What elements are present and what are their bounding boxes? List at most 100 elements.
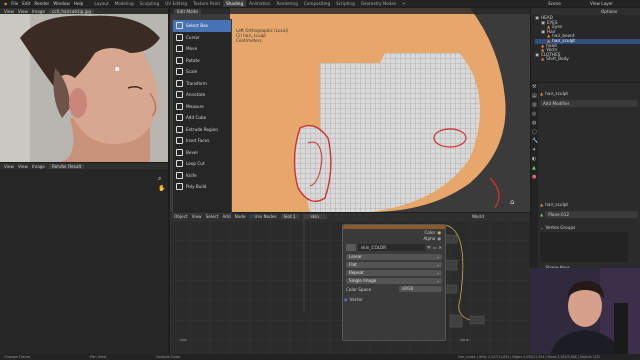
use-nodes-checkbox[interactable]: ☑ xyxy=(250,214,254,219)
tool-transform[interactable]: Transform xyxy=(173,78,231,90)
chevron-down-icon: ⌄ xyxy=(436,270,440,275)
image-editor-view-menu[interactable]: View xyxy=(4,9,14,14)
physics-tab-icon[interactable]: ◐ xyxy=(532,155,538,164)
image-texture-node[interactable]: Color ● Alpha ● skin_COLOR ⛨ ▭ ✕ Linear ⌄… xyxy=(342,224,446,341)
tool-select-box[interactable]: Select Box xyxy=(173,20,231,32)
fake-user-icon[interactable]: ⛨ xyxy=(427,245,430,250)
tab-texture-paint[interactable]: Texture Paint xyxy=(190,0,223,7)
camera-icon[interactable]: ⌂ xyxy=(510,198,514,206)
tab-sculpting[interactable]: Sculpting xyxy=(137,0,163,7)
tab-scripting[interactable]: Scripting xyxy=(333,0,358,7)
render-tab-icon[interactable]: ▤ xyxy=(532,92,538,101)
node-editor-footer-left: skin xyxy=(180,338,188,342)
mesh-data-tab-icon[interactable]: ▲ xyxy=(532,164,538,173)
scene-selector[interactable]: Scene xyxy=(548,1,561,6)
color-space-label: Color Space xyxy=(346,286,372,292)
tool-scale[interactable]: Scale xyxy=(173,66,231,78)
slot-selector[interactable]: Slot 1 xyxy=(280,214,299,219)
mode-selector[interactable]: Edit Mode xyxy=(174,8,201,14)
tab-modeling[interactable]: Modeling xyxy=(112,0,137,7)
hand-icon[interactable]: ✋ xyxy=(158,185,165,192)
image-editor-view-menu-2[interactable]: View xyxy=(18,9,28,14)
image-editor-2-view-menu[interactable]: View xyxy=(4,164,14,169)
interpolation-dropdown[interactable]: Linear ⌄ xyxy=(346,254,442,260)
tab-compositing[interactable]: Compositing xyxy=(301,0,333,7)
outliner-options-button[interactable]: Options xyxy=(601,9,617,14)
collection-icon: ▣ xyxy=(535,15,539,20)
add-modifier-button[interactable]: Add Modifier xyxy=(540,100,638,107)
image-editor-image-menu[interactable]: Image xyxy=(32,9,45,14)
tab-rendering[interactable]: Rendering xyxy=(273,0,300,7)
measure-icon xyxy=(176,102,183,110)
source-dropdown[interactable]: Single Image ⌄ xyxy=(346,278,442,284)
tab-layout[interactable]: Layout xyxy=(91,0,111,7)
menu-help[interactable]: Help xyxy=(74,1,84,6)
color-socket-icon[interactable]: ● xyxy=(437,230,441,235)
node-add-menu[interactable]: Add xyxy=(223,214,231,219)
menu-render[interactable]: Render xyxy=(34,1,49,6)
menu-edit[interactable]: Edit xyxy=(22,1,30,6)
scene-tab-icon[interactable]: ◎ xyxy=(532,110,538,119)
move-icon xyxy=(176,45,183,53)
tool-bevel[interactable]: Bevel xyxy=(173,147,231,159)
image-editor-empty-area[interactable]: ⌕ ✋ xyxy=(0,169,168,354)
tool-tab-icon[interactable]: ⚒ xyxy=(532,83,538,92)
node-select-menu[interactable]: Select xyxy=(206,214,219,219)
image-name-input[interactable]: skin_COLOR xyxy=(358,244,426,251)
tool-loop-cut[interactable]: Loop Cut xyxy=(173,158,231,170)
poly-build-icon xyxy=(176,183,183,191)
tool-extrude-region[interactable]: Extrude Region xyxy=(173,124,231,136)
node-node-menu[interactable]: Node xyxy=(235,214,246,219)
folder-icon[interactable]: ▭ xyxy=(433,245,437,250)
menu-file[interactable]: File xyxy=(11,1,18,6)
material-selector[interactable]: skin xyxy=(302,214,328,219)
outliner-item[interactable]: ▲ Shirt_Body xyxy=(535,57,640,62)
tool-inset-faces[interactable]: Inset Faces xyxy=(173,135,231,147)
zoom-icon[interactable]: ⌕ xyxy=(158,175,161,183)
render-result-field[interactable]: Render Result xyxy=(49,163,85,169)
alpha-socket-icon[interactable]: ● xyxy=(437,236,441,241)
color-space-dropdown[interactable]: sRGB xyxy=(399,286,442,292)
tool-move[interactable]: Move xyxy=(173,43,231,55)
tool-annotate[interactable]: Annotate xyxy=(173,89,231,101)
tab-shading[interactable]: Shading xyxy=(223,0,247,7)
tool-cursor[interactable]: Cursor xyxy=(173,32,231,44)
image-preview-icon[interactable] xyxy=(346,244,356,251)
image-editor-2-image-menu[interactable]: Image xyxy=(32,164,45,169)
input-vector: ● Vector xyxy=(344,296,363,302)
particles-tab-icon[interactable]: ✦ xyxy=(532,146,538,155)
material-tab-icon[interactable]: ● xyxy=(532,173,538,182)
tool-poly-build[interactable]: Poly Build xyxy=(173,181,231,193)
output-tab-icon[interactable]: ▥ xyxy=(532,101,538,110)
object-tab-icon[interactable]: ▢ xyxy=(532,128,538,137)
mesh-name-field[interactable]: Plane.012 xyxy=(545,211,638,218)
tool-knife[interactable]: Knife xyxy=(173,170,231,182)
tool-rotate[interactable]: Rotate xyxy=(173,55,231,67)
add-workspace-button[interactable]: + xyxy=(399,0,409,7)
node-view-menu[interactable]: View xyxy=(192,214,202,219)
knife-icon xyxy=(176,171,183,179)
node-object-selector[interactable]: Object xyxy=(174,214,188,219)
vertex-groups-list[interactable] xyxy=(540,232,628,262)
blender-logo-icon[interactable]: ◆ xyxy=(4,1,7,6)
vertex-groups-panel-header[interactable]: ⌄ Vertex Groups xyxy=(540,224,638,230)
world-selector[interactable]: World xyxy=(472,214,484,219)
image-name-field[interactable]: cc0_haircutclip.jpg xyxy=(49,8,95,14)
modifier-object-row: ▲ hair_sculpt xyxy=(540,90,638,96)
tool-measure[interactable]: Measure xyxy=(173,101,231,113)
image-editor-2-view-menu-2[interactable]: View xyxy=(18,164,28,169)
tab-uv-editing[interactable]: UV Editing xyxy=(162,0,190,7)
world-tab-icon[interactable]: ◍ xyxy=(532,119,538,128)
view-layer-selector[interactable]: View Layer xyxy=(590,1,613,6)
modifier-tab-icon[interactable]: 🔧 xyxy=(532,137,538,146)
tool-add-cube[interactable]: Add Cube xyxy=(173,112,231,124)
close-icon[interactable]: ✕ xyxy=(438,245,442,250)
extension-dropdown[interactable]: Repeat ⌄ xyxy=(346,270,442,276)
tab-geometry-nodes[interactable]: Geometry Nodes xyxy=(358,0,399,7)
webcam-overlay xyxy=(530,268,640,356)
menu-window[interactable]: Window xyxy=(53,1,70,6)
tab-animation[interactable]: Animation xyxy=(246,0,273,7)
projection-dropdown[interactable]: Flat ⌄ xyxy=(346,262,442,268)
mesh-icon: ▲ xyxy=(540,90,544,96)
vector-socket-icon[interactable]: ● xyxy=(344,297,348,302)
